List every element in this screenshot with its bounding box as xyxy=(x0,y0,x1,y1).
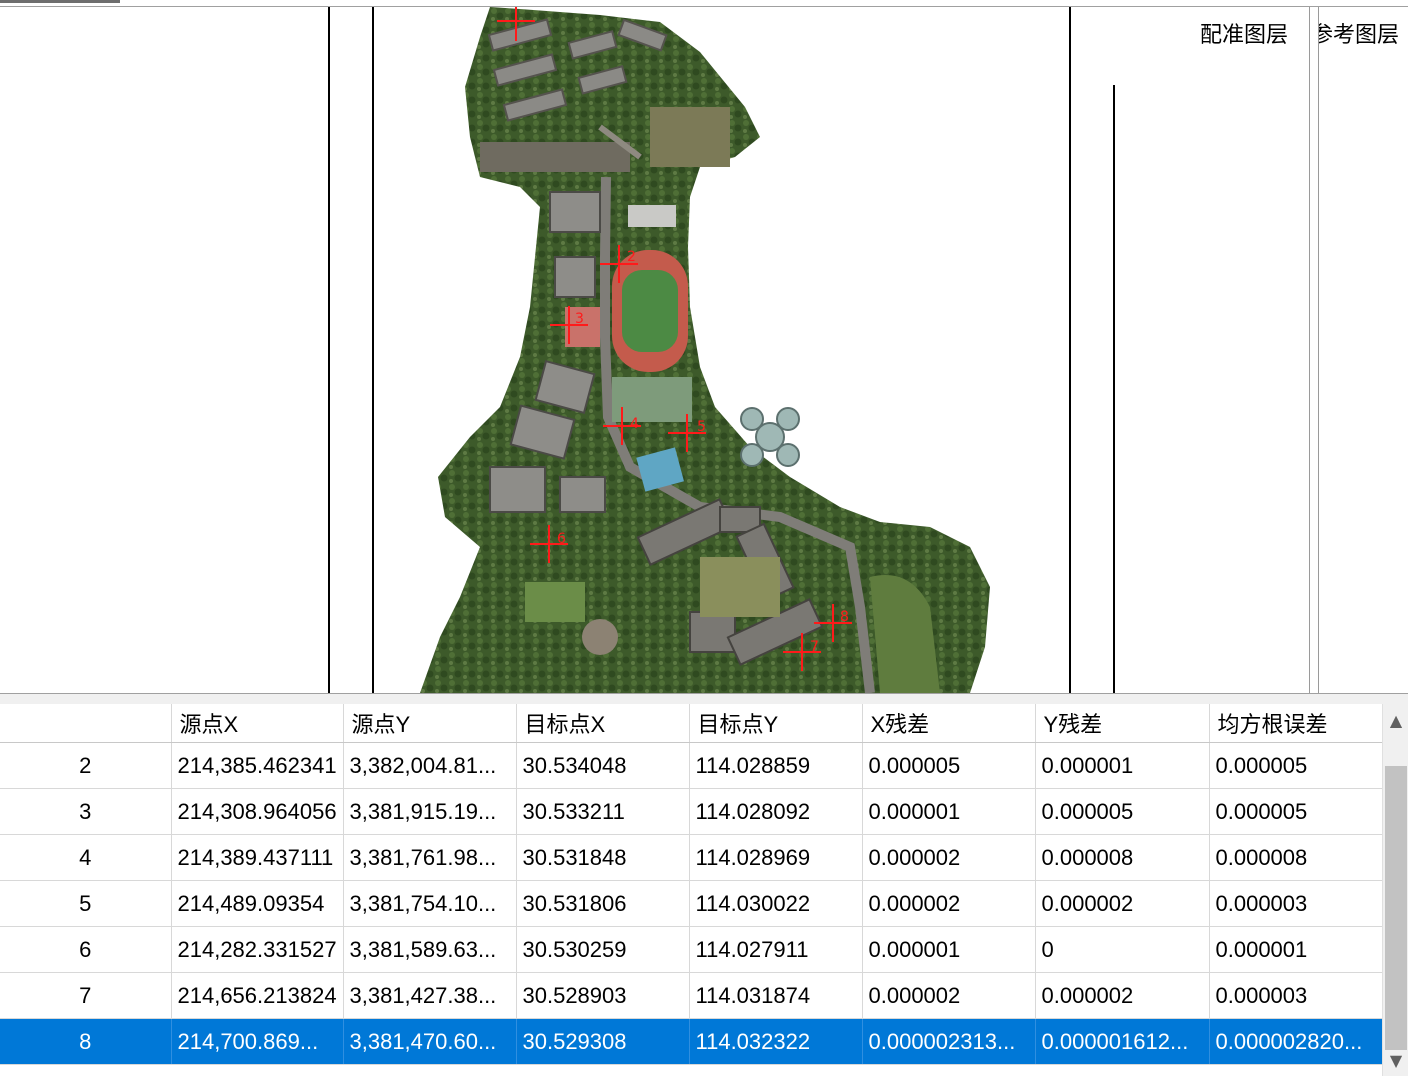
cell-dst-y[interactable]: 114.028969 xyxy=(689,834,863,881)
table-row[interactable]: 3 214,308.964056 3,381,915.19... 30.5332… xyxy=(0,788,1383,835)
cell-src-y[interactable]: 3,381,470.60... xyxy=(343,1018,517,1065)
svg-text:8: 8 xyxy=(840,609,849,625)
table-header: 源点X 源点Y 目标点X 目标点Y X残差 Y残差 均方根误差 xyxy=(0,704,1383,743)
cell-index[interactable]: 3 xyxy=(0,788,172,835)
cell-res-y[interactable]: 0.000001 xyxy=(1035,742,1210,789)
table-row[interactable]: 2 214,385.462341 3,382,004.81... 30.5340… xyxy=(0,742,1383,789)
cell-dst-y[interactable]: 114.027911 xyxy=(689,926,863,973)
cell-res-x[interactable]: 0.000002 xyxy=(862,972,1036,1019)
cell-index[interactable]: 2 xyxy=(0,742,172,789)
target-layer-title: 参考图层 xyxy=(1318,23,1400,48)
cell-res-y[interactable]: 0.000001612... xyxy=(1035,1018,1210,1065)
cell-res-x[interactable]: 0.000002313... xyxy=(862,1018,1036,1065)
col-header-src-y[interactable]: 源点Y xyxy=(343,704,517,743)
cell-rmse[interactable]: 0.000001 xyxy=(1209,926,1383,973)
col-header-dst-y[interactable]: 目标点Y xyxy=(689,704,863,743)
cell-dst-x[interactable]: 30.533211 xyxy=(516,788,690,835)
cell-res-x[interactable]: 0.000002 xyxy=(862,880,1036,927)
cell-res-x[interactable]: 0.000005 xyxy=(862,742,1036,789)
cell-src-x[interactable]: 214,282.331527 xyxy=(171,926,344,973)
cell-dst-x[interactable]: 30.531806 xyxy=(516,880,690,927)
table-vertical-scrollbar[interactable]: ▲ ▼ xyxy=(1382,704,1408,1076)
extent-line-left xyxy=(328,7,330,693)
cell-dst-y[interactable]: 114.030022 xyxy=(689,880,863,927)
col-header-res-y[interactable]: Y残差 xyxy=(1035,704,1210,743)
cell-src-x[interactable]: 214,700.869... xyxy=(171,1018,344,1065)
col-header-src-x[interactable]: 源点X xyxy=(171,704,344,743)
cell-src-y[interactable]: 3,381,754.10... xyxy=(343,880,517,927)
extent-line-right-2 xyxy=(1113,85,1115,693)
table-row[interactable]: 7 214,656.213824 3,381,427.38... 30.5289… xyxy=(0,972,1383,1019)
cell-rmse[interactable]: 0.000005 xyxy=(1209,788,1383,835)
cell-dst-x[interactable]: 30.528903 xyxy=(516,972,690,1019)
cell-src-y[interactable]: 3,382,004.81... xyxy=(343,742,517,789)
extent-line-right xyxy=(1069,7,1071,693)
cell-src-y[interactable]: 3,381,427.38... xyxy=(343,972,517,1019)
cell-res-y[interactable]: 0 xyxy=(1035,926,1210,973)
cell-src-x[interactable]: 214,308.964056 xyxy=(171,788,344,835)
cell-dst-x[interactable]: 30.529308 xyxy=(516,1018,690,1065)
cell-res-x[interactable]: 0.000001 xyxy=(862,788,1036,835)
scroll-up-icon[interactable]: ▲ xyxy=(1383,708,1408,734)
cell-dst-y[interactable]: 114.028092 xyxy=(689,788,863,835)
cell-res-y[interactable]: 0.000008 xyxy=(1035,834,1210,881)
cell-dst-x[interactable]: 30.531848 xyxy=(516,834,690,881)
svg-text:7: 7 xyxy=(810,639,819,655)
cell-dst-x[interactable]: 30.534048 xyxy=(516,742,690,789)
target-layer-panel[interactable]: 参考图层 xyxy=(1318,7,1408,693)
cell-rmse[interactable]: 0.000003 xyxy=(1209,972,1383,1019)
cell-res-y[interactable]: 0.000005 xyxy=(1035,788,1210,835)
table-row-selected[interactable]: 8 214,700.869... 3,381,470.60... 30.5293… xyxy=(0,1018,1383,1065)
svg-text:4: 4 xyxy=(630,416,639,432)
cell-res-x[interactable]: 0.000002 xyxy=(862,834,1036,881)
table-row[interactable]: 5 214,489.09354 3,381,754.10... 30.53180… xyxy=(0,880,1383,927)
cell-dst-y[interactable]: 114.028859 xyxy=(689,742,863,789)
georeference-map-view[interactable]: 2 3 4 5 6 7 8 配准图层 xyxy=(0,7,1310,693)
control-point-table[interactable]: 源点X 源点Y 目标点X 目标点Y X残差 Y残差 均方根误差 2 214,38… xyxy=(0,704,1383,1076)
cell-rmse[interactable]: 0.000005 xyxy=(1209,742,1383,789)
scrollbar-thumb[interactable] xyxy=(1385,766,1407,1050)
cell-rmse[interactable]: 0.000008 xyxy=(1209,834,1383,881)
svg-text:6: 6 xyxy=(557,531,566,547)
cell-src-y[interactable]: 3,381,761.98... xyxy=(343,834,517,881)
cell-index[interactable]: 4 xyxy=(0,834,172,881)
col-header-res-x[interactable]: X残差 xyxy=(862,704,1036,743)
reference-layer-title: 配准图层 xyxy=(1200,23,1289,48)
cell-src-x[interactable]: 214,385.462341 xyxy=(171,742,344,789)
cell-dst-y[interactable]: 114.031874 xyxy=(689,972,863,1019)
col-header-index[interactable] xyxy=(0,704,172,743)
cell-src-x[interactable]: 214,656.213824 xyxy=(171,972,344,1019)
window-top-edge xyxy=(0,0,1408,7)
extent-line-left-2 xyxy=(372,7,374,693)
cell-src-x[interactable]: 214,389.437111 xyxy=(171,834,344,881)
col-header-dst-x[interactable]: 目标点X xyxy=(516,704,690,743)
cell-index[interactable]: 5 xyxy=(0,880,172,927)
svg-text:3: 3 xyxy=(575,311,584,327)
cell-index[interactable]: 7 xyxy=(0,972,172,1019)
svg-text:2: 2 xyxy=(627,249,636,265)
table-row[interactable]: 4 214,389.437111 3,381,761.98... 30.5318… xyxy=(0,834,1383,881)
cell-res-y[interactable]: 0.000002 xyxy=(1035,972,1210,1019)
cell-res-x[interactable]: 0.000001 xyxy=(862,926,1036,973)
col-header-rmse[interactable]: 均方根误差 xyxy=(1209,704,1383,743)
cell-dst-x[interactable]: 30.530259 xyxy=(516,926,690,973)
cell-rmse[interactable]: 0.000002820... xyxy=(1209,1018,1383,1065)
cell-src-y[interactable]: 3,381,589.63... xyxy=(343,926,517,973)
svg-text:5: 5 xyxy=(697,419,706,435)
table-row[interactable]: 6 214,282.331527 3,381,589.63... 30.5302… xyxy=(0,926,1383,973)
cell-rmse[interactable]: 0.000003 xyxy=(1209,880,1383,927)
scroll-down-icon[interactable]: ▼ xyxy=(1383,1048,1408,1074)
cell-dst-y[interactable]: 114.032322 xyxy=(689,1018,863,1065)
cell-src-x[interactable]: 214,489.09354 xyxy=(171,880,344,927)
panel-separator[interactable] xyxy=(1309,7,1310,693)
cell-res-y[interactable]: 0.000002 xyxy=(1035,880,1210,927)
cell-index[interactable]: 8 xyxy=(0,1018,172,1065)
cell-src-y[interactable]: 3,381,915.19... xyxy=(343,788,517,835)
cell-index[interactable]: 6 xyxy=(0,926,172,973)
